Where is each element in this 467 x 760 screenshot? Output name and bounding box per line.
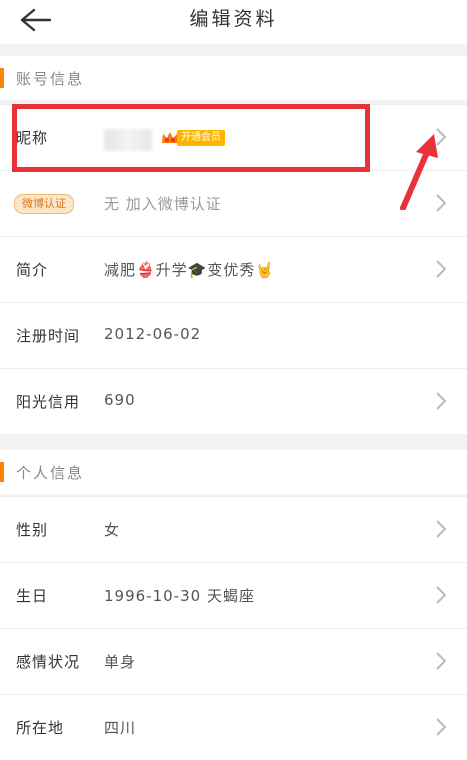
register-time-label: 注册时间 xyxy=(16,327,81,345)
register-time-value: 2012-06-02 xyxy=(104,325,202,343)
section-accent-bar xyxy=(0,68,4,88)
sunshine-credit-value: 690 xyxy=(104,391,136,409)
personal-info-header: 个人信息 xyxy=(0,450,467,494)
weibo-verify-value: 无 加入微博认证 xyxy=(104,195,222,213)
chevron-right-icon xyxy=(436,392,447,410)
chevron-right-icon xyxy=(436,718,447,736)
account-info-title: 账号信息 xyxy=(16,70,85,88)
gender-row[interactable]: 性别 女 xyxy=(0,496,467,562)
chevron-right-icon xyxy=(436,652,447,670)
page-title: 编辑资料 xyxy=(189,8,278,30)
nickname-value-blurred xyxy=(104,129,152,151)
intro-label: 简介 xyxy=(16,261,49,279)
section-accent-bar xyxy=(0,462,4,482)
gender-value: 女 xyxy=(104,521,121,539)
relationship-label: 感情状况 xyxy=(16,653,81,671)
weibo-verify-badge: 微博认证 xyxy=(14,194,74,214)
relationship-value: 单身 xyxy=(104,653,137,671)
chevron-right-icon xyxy=(436,194,447,212)
chevron-right-icon xyxy=(436,260,447,278)
location-value: 四川 xyxy=(104,719,137,737)
location-label: 所在地 xyxy=(16,719,65,737)
vip-badge[interactable]: 开通会员 xyxy=(160,129,225,147)
location-row[interactable]: 所在地 四川 xyxy=(0,694,467,760)
sunshine-credit-label: 阳光信用 xyxy=(16,393,81,411)
personal-info-title: 个人信息 xyxy=(16,464,85,482)
chevron-right-icon xyxy=(436,586,447,604)
nickname-row[interactable]: 昵称 开通会员 xyxy=(0,104,467,170)
sunshine-credit-row[interactable]: 阳光信用 690 xyxy=(0,368,467,434)
top-nav-bar: 编辑资料 xyxy=(0,0,467,44)
vip-badge-label: 开通会员 xyxy=(177,130,225,146)
relationship-row[interactable]: 感情状况 单身 xyxy=(0,628,467,694)
nickname-label: 昵称 xyxy=(16,129,49,147)
register-time-row: 注册时间 2012-06-02 xyxy=(0,302,467,368)
account-info-header: 账号信息 xyxy=(0,56,467,100)
birthday-label: 生日 xyxy=(16,587,49,605)
weibo-verify-row[interactable]: 微博认证 无 加入微博认证 xyxy=(0,170,467,236)
gender-label: 性别 xyxy=(16,521,49,539)
section-divider xyxy=(0,434,467,450)
birthday-row[interactable]: 生日 1996-10-30 天蝎座 xyxy=(0,562,467,628)
intro-value: 减肥👙升学🎓变优秀🤘 xyxy=(104,261,276,279)
section-divider xyxy=(0,44,467,56)
chevron-right-icon xyxy=(436,128,447,146)
intro-row[interactable]: 简介 减肥👙升学🎓变优秀🤘 xyxy=(0,236,467,302)
birthday-value: 1996-10-30 天蝎座 xyxy=(104,587,255,605)
chevron-right-icon xyxy=(436,520,447,538)
